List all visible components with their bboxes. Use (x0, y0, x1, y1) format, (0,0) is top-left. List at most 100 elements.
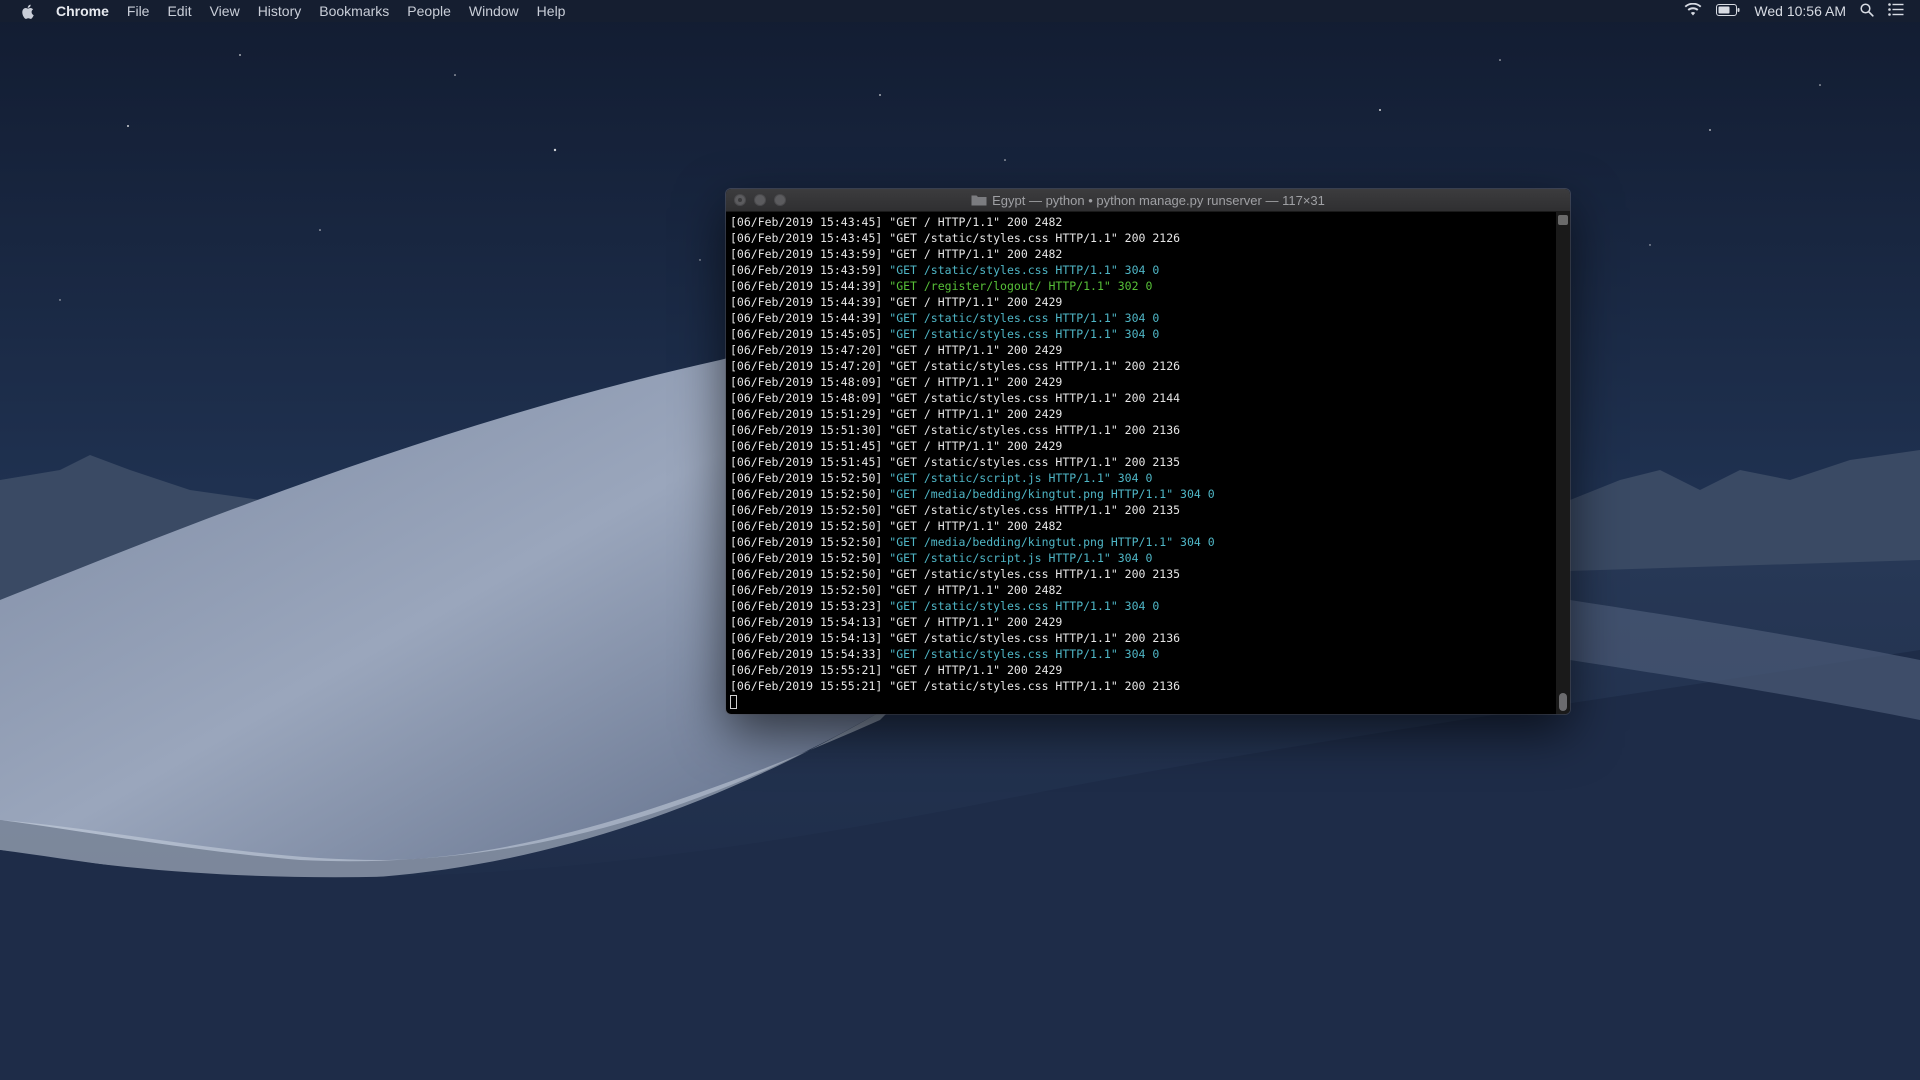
terminal-line: [06/Feb/2019 15:54:13] "GET / HTTP/1.1" … (730, 614, 1552, 630)
notification-center-icon[interactable] (1888, 3, 1904, 19)
spotlight-icon[interactable] (1860, 2, 1874, 20)
log-timestamp: [06/Feb/2019 15:52:50] (730, 583, 883, 597)
terminal-line: [06/Feb/2019 15:48:09] "GET / HTTP/1.1" … (730, 374, 1552, 390)
log-timestamp: [06/Feb/2019 15:55:21] (730, 679, 883, 693)
terminal-line: [06/Feb/2019 15:43:59] "GET /static/styl… (730, 262, 1552, 278)
menubar-clock[interactable]: Wed 10:56 AM (1754, 3, 1846, 19)
log-timestamp: [06/Feb/2019 15:47:20] (730, 343, 883, 357)
folder-icon (971, 194, 987, 206)
log-request: "GET / HTTP/1.1" 200 2429 (889, 375, 1063, 389)
log-request: "GET / HTTP/1.1" 200 2482 (889, 583, 1063, 597)
log-timestamp: [06/Feb/2019 15:43:59] (730, 263, 883, 277)
terminal-title: Egypt — python • python manage.py runser… (726, 189, 1570, 211)
menu-people[interactable]: People (398, 0, 460, 22)
terminal-line: [06/Feb/2019 15:43:45] "GET / HTTP/1.1" … (730, 214, 1552, 230)
menu-app-name[interactable]: Chrome (48, 0, 118, 22)
terminal-line: [06/Feb/2019 15:52:50] "GET /static/scri… (730, 470, 1552, 486)
log-timestamp: [06/Feb/2019 15:54:33] (730, 647, 883, 661)
terminal-line: [06/Feb/2019 15:52:50] "GET / HTTP/1.1" … (730, 582, 1552, 598)
menu-file[interactable]: File (118, 0, 159, 22)
log-request: "GET / HTTP/1.1" 200 2429 (889, 615, 1063, 629)
log-timestamp: [06/Feb/2019 15:52:50] (730, 471, 883, 485)
log-timestamp: [06/Feb/2019 15:53:23] (730, 599, 883, 613)
terminal-line: [06/Feb/2019 15:52:50] "GET /static/styl… (730, 502, 1552, 518)
menu-edit[interactable]: Edit (158, 0, 200, 22)
log-request: "GET / HTTP/1.1" 200 2429 (889, 343, 1063, 357)
terminal-line: [06/Feb/2019 15:48:09] "GET /static/styl… (730, 390, 1552, 406)
terminal-line: [06/Feb/2019 15:44:39] "GET /static/styl… (730, 310, 1552, 326)
log-request: "GET /static/styles.css HTTP/1.1" 200 21… (889, 359, 1181, 373)
terminal-line: [06/Feb/2019 15:52:50] "GET / HTTP/1.1" … (730, 518, 1552, 534)
log-request: "GET /static/styles.css HTTP/1.1" 304 0 (889, 647, 1160, 661)
terminal-line: [06/Feb/2019 15:52:50] "GET /media/beddi… (730, 486, 1552, 502)
menu-history[interactable]: History (249, 0, 311, 22)
log-timestamp: [06/Feb/2019 15:52:50] (730, 535, 883, 549)
terminal-window[interactable]: Egypt — python • python manage.py runser… (726, 189, 1570, 714)
log-timestamp: [06/Feb/2019 15:51:29] (730, 407, 883, 421)
log-timestamp: [06/Feb/2019 15:43:45] (730, 231, 883, 245)
terminal-prompt-line[interactable] (730, 694, 1552, 710)
terminal-line: [06/Feb/2019 15:43:45] "GET /static/styl… (730, 230, 1552, 246)
terminal-line: [06/Feb/2019 15:54:13] "GET /static/styl… (730, 630, 1552, 646)
log-request: "GET /media/bedding/kingtut.png HTTP/1.1… (889, 535, 1215, 549)
log-timestamp: [06/Feb/2019 15:55:21] (730, 663, 883, 677)
terminal-title-text: Egypt — python • python manage.py runser… (992, 192, 1325, 208)
log-request: "GET /register/logout/ HTTP/1.1" 302 0 (889, 279, 1153, 293)
log-request: "GET /static/styles.css HTTP/1.1" 200 21… (889, 631, 1181, 645)
menu-bookmarks[interactable]: Bookmarks (310, 0, 398, 22)
terminal-line: [06/Feb/2019 15:45:05] "GET /static/styl… (730, 326, 1552, 342)
terminal-line: [06/Feb/2019 15:53:23] "GET /static/styl… (730, 598, 1552, 614)
log-timestamp: [06/Feb/2019 15:51:45] (730, 455, 883, 469)
terminal-line: [06/Feb/2019 15:52:50] "GET /static/styl… (730, 566, 1552, 582)
log-request: "GET /static/styles.css HTTP/1.1" 200 21… (889, 231, 1181, 245)
log-request: "GET / HTTP/1.1" 200 2429 (889, 663, 1063, 677)
menu-help[interactable]: Help (528, 0, 575, 22)
log-request: "GET / HTTP/1.1" 200 2482 (889, 519, 1063, 533)
terminal-line: [06/Feb/2019 15:54:33] "GET /static/styl… (730, 646, 1552, 662)
wifi-icon[interactable] (1684, 2, 1702, 19)
log-request: "GET /static/script.js HTTP/1.1" 304 0 (889, 551, 1153, 565)
terminal-titlebar[interactable]: Egypt — python • python manage.py runser… (726, 189, 1570, 212)
menu-window[interactable]: Window (460, 0, 528, 22)
apple-menu-icon[interactable] (16, 0, 38, 22)
menu-view[interactable]: View (201, 0, 249, 22)
log-timestamp: [06/Feb/2019 15:51:30] (730, 423, 883, 437)
log-timestamp: [06/Feb/2019 15:48:09] (730, 391, 883, 405)
log-timestamp: [06/Feb/2019 15:54:13] (730, 615, 883, 629)
terminal-output[interactable]: [06/Feb/2019 15:43:45] "GET / HTTP/1.1" … (726, 212, 1556, 714)
log-request: "GET /media/bedding/kingtut.png HTTP/1.1… (889, 487, 1215, 501)
terminal-line: [06/Feb/2019 15:52:50] "GET /media/beddi… (730, 534, 1552, 550)
log-request: "GET /static/styles.css HTTP/1.1" 304 0 (889, 311, 1160, 325)
log-request: "GET /static/script.js HTTP/1.1" 304 0 (889, 471, 1153, 485)
log-request: "GET /static/styles.css HTTP/1.1" 200 21… (889, 391, 1181, 405)
terminal-line: [06/Feb/2019 15:51:29] "GET / HTTP/1.1" … (730, 406, 1552, 422)
log-timestamp: [06/Feb/2019 15:45:05] (730, 327, 883, 341)
log-timestamp: [06/Feb/2019 15:52:50] (730, 487, 883, 501)
log-request: "GET / HTTP/1.1" 200 2482 (889, 215, 1063, 229)
log-request: "GET /static/styles.css HTTP/1.1" 200 21… (889, 503, 1181, 517)
log-timestamp: [06/Feb/2019 15:54:13] (730, 631, 883, 645)
terminal-line: [06/Feb/2019 15:51:30] "GET /static/styl… (730, 422, 1552, 438)
battery-icon[interactable] (1716, 3, 1740, 19)
terminal-line: [06/Feb/2019 15:43:59] "GET / HTTP/1.1" … (730, 246, 1552, 262)
terminal-scrollbar[interactable] (1556, 212, 1570, 714)
log-request: "GET / HTTP/1.1" 200 2429 (889, 407, 1063, 421)
text-cursor (730, 695, 737, 709)
log-timestamp: [06/Feb/2019 15:44:39] (730, 295, 883, 309)
log-timestamp: [06/Feb/2019 15:48:09] (730, 375, 883, 389)
log-request: "GET /static/styles.css HTTP/1.1" 304 0 (889, 327, 1160, 341)
log-request: "GET /static/styles.css HTTP/1.1" 200 21… (889, 679, 1181, 693)
terminal-line: [06/Feb/2019 15:52:50] "GET /static/scri… (730, 550, 1552, 566)
terminal-line: [06/Feb/2019 15:47:20] "GET /static/styl… (730, 358, 1552, 374)
scroll-split-icon[interactable] (1558, 215, 1568, 225)
menu-bar: Chrome File Edit View History Bookmarks … (0, 0, 1920, 22)
terminal-line: [06/Feb/2019 15:51:45] "GET / HTTP/1.1" … (730, 438, 1552, 454)
log-request: "GET /static/styles.css HTTP/1.1" 200 21… (889, 455, 1181, 469)
terminal-line: [06/Feb/2019 15:55:21] "GET /static/styl… (730, 678, 1552, 694)
log-request: "GET /static/styles.css HTTP/1.1" 304 0 (889, 263, 1160, 277)
terminal-line: [06/Feb/2019 15:44:39] "GET / HTTP/1.1" … (730, 294, 1552, 310)
log-timestamp: [06/Feb/2019 15:52:50] (730, 519, 883, 533)
scroll-thumb[interactable] (1559, 693, 1567, 711)
log-request: "GET / HTTP/1.1" 200 2429 (889, 295, 1063, 309)
log-request: "GET /static/styles.css HTTP/1.1" 304 0 (889, 599, 1160, 613)
